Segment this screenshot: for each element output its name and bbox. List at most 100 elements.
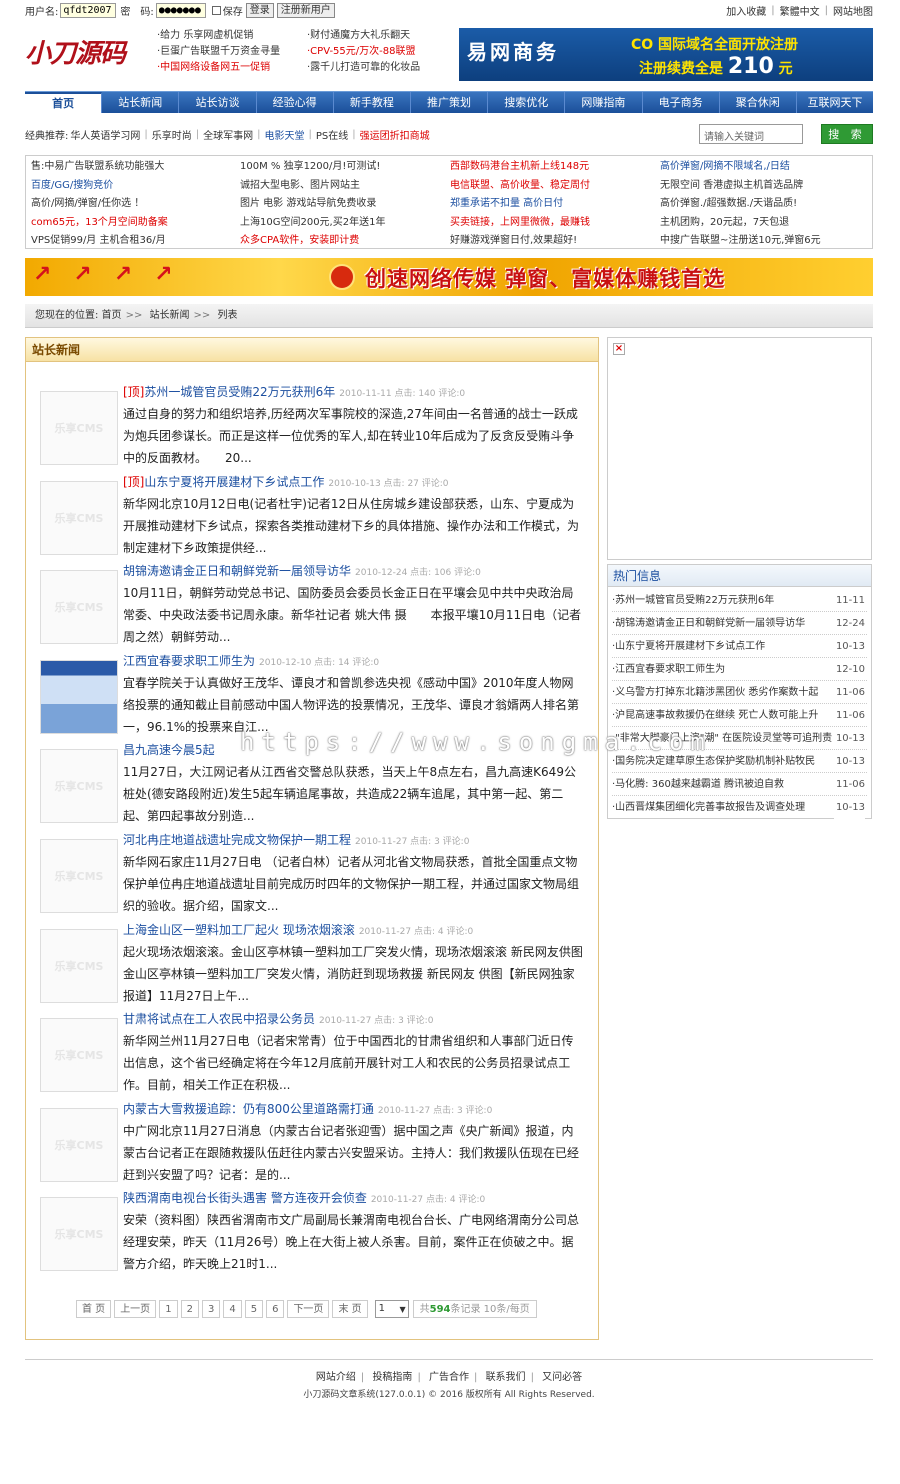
next-page-button[interactable]: 下一页 <box>287 1300 330 1318</box>
header-ad-link[interactable]: ·给力 乐享网虚机促销 <box>157 28 280 44</box>
menu-item[interactable]: 电子商务 <box>643 92 720 113</box>
article-title[interactable]: 江西宜春要求职工师生为 2010-12-10 点击: 14 评论:0 <box>123 652 379 669</box>
text-ad-link[interactable]: 好赚游戏弹窗日付,效果超好! <box>450 232 590 251</box>
page-link[interactable]: 6 <box>266 1300 285 1318</box>
password-input[interactable] <box>155 2 206 18</box>
footer-link[interactable]: 联系我们 <box>486 1372 526 1383</box>
menu-item[interactable]: 经验心得 <box>257 92 334 113</box>
hot-news-item[interactable]: ·马化腾: 360越来越霸道 腾讯被迫自救 11-06 <box>612 773 867 796</box>
recommend-link[interactable]: 华人英语学习网 <box>70 127 140 142</box>
username-input[interactable] <box>60 2 117 18</box>
text-ad-link[interactable]: 百度/GG/搜狗竞价 <box>31 177 168 196</box>
menu-item[interactable]: 网赚指南 <box>565 92 643 113</box>
hot-news-item[interactable]: ·山东宁夏将开展建材下乡试点工作 10-13 <box>612 635 867 658</box>
article-thumbnail[interactable]: 乐享CMS <box>40 749 118 824</box>
add-favorite-link[interactable]: 加入收藏 <box>726 3 766 18</box>
hot-news-item[interactable]: ·山西晋煤集团细化完善事故报告及调查处理 10-13 <box>612 796 867 819</box>
recommend-link[interactable]: 电影天堂 <box>265 127 305 142</box>
text-ad-link[interactable]: 无限空间 香港虚拟主机首选品牌 <box>660 177 821 196</box>
menu-item[interactable]: 站长新闻 <box>102 92 180 113</box>
text-ad-link[interactable]: 主机团购，20元起，7天包退 <box>660 214 821 233</box>
last-page-button[interactable]: 末 页 <box>332 1300 368 1318</box>
article-title[interactable]: 河北冉庄地道战遗址完成文物保护一期工程 2010-11-27 点击: 3 评论:0 <box>123 831 469 848</box>
text-ad-link[interactable]: com65元，13个月空间助备案 <box>31 214 168 233</box>
recommend-link[interactable]: 强运团折扣商城 <box>360 127 430 142</box>
text-ad-link[interactable]: 西部数码港台主机新上线148元 <box>450 158 590 177</box>
breadcrumb-category[interactable]: 站长新闻 <box>150 310 190 321</box>
login-button[interactable]: 登录 <box>245 2 274 18</box>
page-select[interactable]: 1 <box>374 1300 409 1318</box>
header-ad-link[interactable]: ·CPV-55元/万次-88联盟 <box>307 44 420 60</box>
article-thumbnail[interactable]: 乐享CMS <box>40 570 118 645</box>
article-thumbnail[interactable]: 乐享CMS <box>40 391 118 465</box>
menu-item[interactable]: 搜索优化 <box>488 92 566 113</box>
menu-item[interactable]: 新手教程 <box>334 92 411 113</box>
media-ad-banner[interactable]: ↗↗↗↗ 创速网络传媒 弹窗、富媒体赚钱首选 <box>25 258 873 296</box>
article-thumbnail[interactable]: 乐享CMS <box>40 839 118 913</box>
hot-news-item[interactable]: ·苏州一城管官员受贿22万元获刑6年 11-11 <box>612 589 867 612</box>
article-thumbnail[interactable]: 乐享CMS <box>40 1018 118 1093</box>
article-title[interactable]: 上海金山区一塑料加工厂起火 现场浓烟滚滚 2010-11-27 点击: 4 评论:… <box>123 921 473 938</box>
text-ad-link[interactable]: 诚招大型电影、图片网站主 <box>240 177 385 196</box>
domain-ad-banner[interactable]: 易网商务 CO 国际域名全面开放注册 注册续费全是 210 元 <box>459 28 873 81</box>
text-ad-link[interactable]: 买卖链接，上网里微微，最赚钱 <box>450 214 590 233</box>
text-ad-link[interactable]: 中搜广告联盟~注册送10元,弹窗6元 <box>660 232 821 251</box>
menu-item[interactable]: 互联网天下 <box>797 92 873 113</box>
text-ad-link[interactable]: 售:中易广告联盟系统功能强大 <box>31 158 168 177</box>
text-ad-link[interactable]: 郑重承诺不扣量 高价日付 <box>450 195 590 214</box>
site-logo[interactable]: 小刀源码 <box>25 30 149 78</box>
article-title[interactable]: [顶]山东宁夏将开展建材下乡试点工作 2010-10-13 点击: 27 评论:0 <box>123 473 449 490</box>
article-thumbnail-image[interactable] <box>40 659 118 734</box>
article-title[interactable]: 陕西渭南电视台长街头遇害 警方连夜开会侦查 2010-11-27 点击: 4 评论… <box>123 1189 485 1206</box>
menu-item[interactable]: 推广策划 <box>411 92 489 113</box>
footer-link[interactable]: 投稿指南 <box>372 1372 412 1383</box>
text-ad-link[interactable]: 众多CPA软件，安装即计费 <box>240 232 385 251</box>
menu-item-home[interactable]: 首页 <box>25 92 103 113</box>
hot-news-item[interactable]: ·胡锦涛邀请金正日和朝鲜党新一届领导访华 12-24 <box>612 612 867 635</box>
save-checkbox[interactable] <box>211 5 221 15</box>
page-link[interactable]: 3 <box>201 1300 221 1318</box>
page-link[interactable]: 4 <box>223 1300 242 1318</box>
recommend-link[interactable]: 乐享时尚 <box>152 127 192 142</box>
hot-news-item[interactable]: ·江西宜春要求职工师生为 12-10 <box>612 658 867 681</box>
text-ad-link[interactable]: 100M % 独享1200/月!可测试! <box>240 158 385 177</box>
breadcrumb-home[interactable]: 首页 <box>102 310 122 321</box>
header-ad-link[interactable]: ·巨蛋广告联盟千万资金寻量 <box>157 44 280 60</box>
text-ad-link[interactable]: 高价/网摘/弹窗/任你选 ！ <box>31 195 168 214</box>
prev-page-button[interactable]: 上一页 <box>114 1300 157 1318</box>
article-title[interactable]: 甘肃将试点在工人农民中招录公务员 2010-11-27 点击: 3 评论:0 <box>123 1010 433 1027</box>
article-thumbnail[interactable]: 乐享CMS <box>40 928 118 1003</box>
footer-link[interactable]: 广告合作 <box>429 1372 469 1383</box>
hot-news-item[interactable]: ·义乌警方打掉东北籍涉黑团伙 悉劣作案数十起 11-06 <box>612 681 867 704</box>
search-input[interactable]: 请输入关键词 <box>699 124 803 144</box>
article-title[interactable]: 昌九高速今晨5起 <box>123 741 219 758</box>
article-thumbnail[interactable]: 乐享CMS <box>40 1197 118 1272</box>
sitemap-link[interactable]: 网站地图 <box>833 3 873 18</box>
header-ad-link[interactable]: ·露千儿打造可靠的化妆品 <box>307 60 420 76</box>
first-page-button[interactable]: 首 页 <box>76 1300 112 1318</box>
page-link[interactable]: 2 <box>180 1300 199 1318</box>
search-button[interactable]: 搜 索 <box>821 124 873 144</box>
header-ad-link[interactable]: ·中国网络设备网五一促销 <box>157 60 280 76</box>
recommend-link[interactable]: 全球军事网 <box>203 127 253 142</box>
footer-link[interactable]: 网站介绍 <box>316 1372 356 1383</box>
menu-item[interactable]: 聚合休闲 <box>720 92 797 113</box>
register-button[interactable]: 注册新用户 <box>276 2 335 18</box>
text-ad-link[interactable]: 上海10G空间200元,买2年送1年 <box>240 214 385 233</box>
text-ad-link[interactable]: 高价弹窗/网摘不限域名,/日结 <box>660 158 821 177</box>
text-ad-link[interactable]: 电信联盟、高价收量、稳定周付 <box>450 177 590 196</box>
footer-link[interactable]: 又问必答 <box>542 1372 582 1383</box>
page-link[interactable]: 1 <box>159 1300 178 1318</box>
article-thumbnail[interactable]: 乐享CMS <box>40 1107 118 1182</box>
menu-item[interactable]: 站长访谈 <box>179 92 257 113</box>
hot-news-item[interactable]: ·沪昆高速事故救援仍在继续 死亡人数可能上升 11-06 <box>612 704 867 727</box>
header-ad-link[interactable]: ·财付通魔方大礼乐翻天 <box>307 28 420 44</box>
text-ad-link[interactable]: 高价弹窗./超强数据./天谐品质! <box>660 195 821 214</box>
text-ad-link[interactable]: VPS促销99/月 主机合租36/月 <box>31 232 168 251</box>
traditional-chinese-link[interactable]: 繁體中文 <box>780 3 820 18</box>
article-title[interactable]: 内蒙古大雪救援追踪：仍有800公里道路需打通 2010-11-27 点击: 3 评… <box>123 1100 492 1117</box>
article-title[interactable]: [顶]苏州一城管官员受贿22万元获刑6年 2010-11-11 点击: 140 评… <box>123 383 465 400</box>
page-link[interactable]: 5 <box>244 1300 264 1318</box>
text-ad-link[interactable]: 图片 电影 游戏站导航免费收录 <box>240 195 385 214</box>
article-title[interactable]: 胡锦涛邀请金正日和朝鲜党新一届领导访华 2010-12-24 点击: 106 评论… <box>123 562 481 579</box>
